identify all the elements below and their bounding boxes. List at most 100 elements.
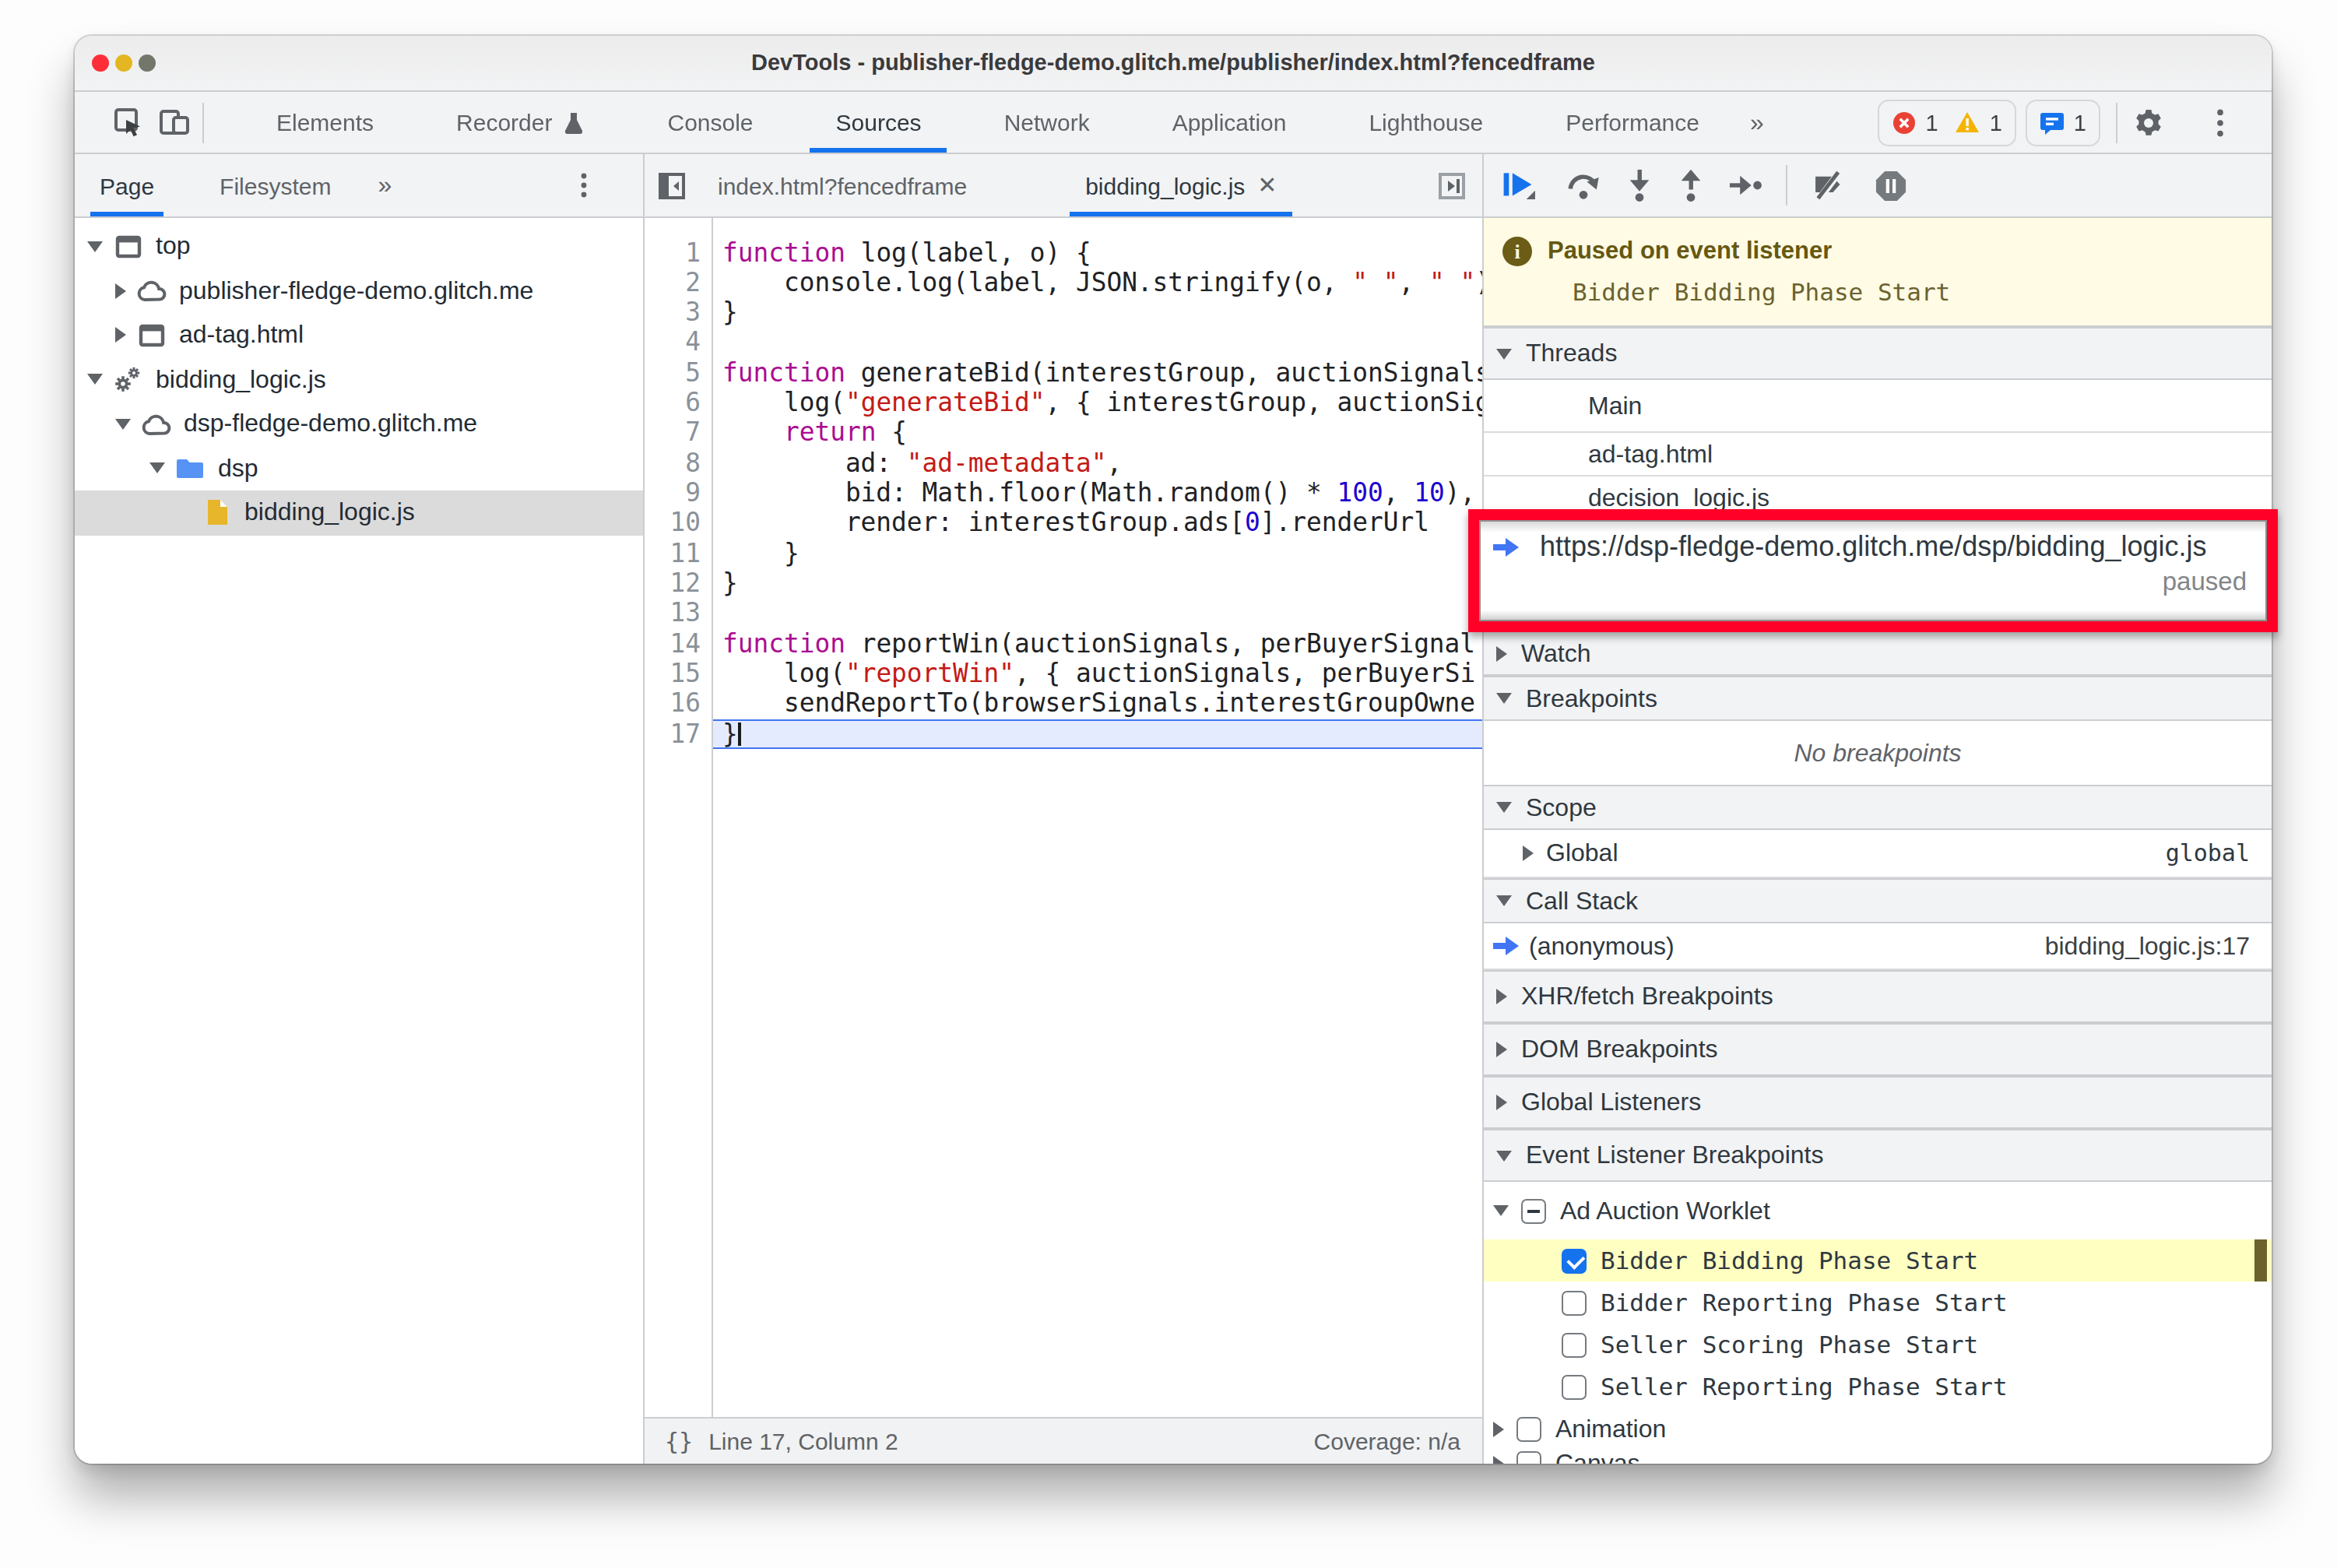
step-out-icon[interactable] [1680,171,1702,200]
line-number[interactable]: 9 [645,478,712,508]
disclosure-triangle-icon[interactable] [115,328,126,343]
tree-item-label: bidding_logic.js [156,366,326,394]
tree-item-dsp[interactable]: dsp [75,446,643,490]
disclosure-triangle-icon[interactable] [149,463,165,474]
line-number[interactable]: 12 [645,568,712,599]
line-number[interactable]: 1 [645,237,712,268]
elb-group-ad-auction-worklet[interactable]: Ad Auction Worklet [1484,1182,2272,1239]
tree-item-label: bidding_logic.js [244,499,415,527]
close-window-button[interactable] [92,54,109,72]
navigator-more-tabs-chevron[interactable]: » [368,171,401,199]
ad-auction-worklet-checkbox[interactable] [1521,1198,1546,1223]
bidder-bidding-checkbox[interactable] [1562,1248,1587,1273]
pause-on-exceptions-icon[interactable] [1876,171,1906,200]
call-stack-frame[interactable]: (anonymous) bidding_logic.js:17 [1484,923,2272,970]
bidder-reporting-checkbox[interactable] [1562,1290,1587,1315]
tab-elements[interactable]: Elements [235,92,415,153]
paused-thread-url[interactable]: https://dsp-fledge-demo.glitch.me/dsp/bi… [1540,531,2207,564]
navigator-menu-dots-icon[interactable] [568,170,599,201]
deactivate-breakpoints-icon[interactable] [1812,171,1847,199]
disclosure-triangle-icon[interactable] [115,419,131,430]
menu-dots-icon[interactable] [2205,107,2236,138]
debugger-panel: i Paused on event listener Bidder Biddin… [1482,154,2272,1464]
elb-seller-reporting-phase-start[interactable]: Seller Reporting Phase Start [1484,1366,2272,1408]
section-watch[interactable]: Watch [1484,631,2272,676]
minimize-window-button[interactable] [115,54,132,72]
editor-tab-index[interactable]: index.html?fencedframe [699,154,986,216]
code-line-16: sendReportTo(browserSignals.interestGrou… [713,689,1482,719]
disclosure-triangle-icon[interactable] [115,283,126,299]
tab-application[interactable]: Application [1131,92,1328,153]
errors-warnings-badge[interactable]: 1 1 [1878,99,2016,146]
pretty-print-icon[interactable]: {} [665,1427,693,1455]
line-number[interactable]: 2 [645,268,712,298]
line-number[interactable]: 13 [645,599,712,629]
section-dom-breakpoints[interactable]: DOM Breakpoints [1484,1023,2272,1076]
line-number[interactable]: 14 [645,629,712,659]
thread-row-main[interactable]: Main [1484,380,2272,433]
elb-bidder-bidding-phase-start[interactable]: Bidder Bidding Phase Start [1484,1239,2272,1281]
hide-navigator-icon[interactable] [655,170,687,201]
editor-more-icon[interactable] [1436,170,1467,201]
tree-item-top[interactable]: top [75,224,643,269]
section-call-stack[interactable]: Call Stack [1484,878,2272,923]
section-threads[interactable]: Threads [1484,327,2272,380]
step-into-icon[interactable] [1629,171,1650,200]
frame-icon [135,322,167,349]
code-editor[interactable]: 1234567891011121314151617 function log(l… [645,218,1482,1417]
tab-recorder[interactable]: Recorder [415,92,626,153]
tab-lighthouse[interactable]: Lighthouse [1327,92,1524,153]
section-scope[interactable]: Scope [1484,785,2272,830]
line-number[interactable]: 6 [645,388,712,418]
tab-console[interactable]: Console [626,92,794,153]
line-number[interactable]: 16 [645,689,712,719]
line-number[interactable]: 4 [645,328,712,358]
section-breakpoints[interactable]: Breakpoints [1484,676,2272,721]
editor-tab-bidding-logic[interactable]: bidding_logic.js✕ [1067,154,1295,216]
zoom-window-button[interactable] [139,54,156,72]
section-event-listener-breakpoints[interactable]: Event Listener Breakpoints [1484,1129,2272,1182]
step-over-icon[interactable] [1568,171,1599,199]
tree-item-publisher-fledge-demo-glitch-me[interactable]: publisher-fledge-demo.glitch.me [75,269,643,313]
tab-filesystem[interactable]: Filesystem [204,154,346,216]
more-tabs-chevron[interactable]: » [1741,108,1773,136]
line-number[interactable]: 10 [645,508,712,539]
elb-seller-scoring-phase-start[interactable]: Seller Scoring Phase Start [1484,1324,2272,1366]
thread-row-ad-tag[interactable]: ad-tag.html [1484,433,2272,476]
line-number[interactable]: 15 [645,659,712,689]
disclosure-triangle-icon[interactable] [87,241,103,252]
tab-sources[interactable]: Sources [795,92,963,153]
inspect-element-icon[interactable] [112,107,143,138]
tree-item-ad-tag-html[interactable]: ad-tag.html [75,313,643,357]
animation-checkbox[interactable] [1516,1416,1541,1441]
tab-network[interactable]: Network [963,92,1131,153]
line-number[interactable]: 8 [645,448,712,479]
seller-scoring-checkbox[interactable] [1562,1332,1587,1357]
section-global-listeners[interactable]: Global Listeners [1484,1076,2272,1129]
line-number[interactable]: 3 [645,297,712,328]
tree-item-bidding-logic-js[interactable]: bidding_logic.js [75,490,643,535]
elb-bidder-reporting-phase-start[interactable]: Bidder Reporting Phase Start [1484,1281,2272,1324]
line-number[interactable]: 17 [645,719,712,750]
line-number[interactable]: 11 [645,539,712,569]
device-toolbar-icon[interactable] [159,107,190,138]
code-line-9: bid: Math.floor(Math.random() * 100, 10)… [713,478,1482,508]
settings-gear-icon[interactable] [2133,107,2164,138]
issues-badge[interactable]: 1 [2026,99,2100,146]
close-tab-icon[interactable]: ✕ [1257,171,1277,199]
elb-group-canvas[interactable]: Canvas [1484,1442,2272,1464]
seller-reporting-checkbox[interactable] [1562,1374,1587,1399]
canvas-checkbox[interactable] [1516,1450,1541,1464]
step-icon[interactable] [1731,174,1761,196]
flask-icon [561,110,585,135]
tab-performance[interactable]: Performance [1524,92,1741,153]
resume-script-icon[interactable] [1504,170,1538,201]
tree-item-dsp-fledge-demo-glitch-me[interactable]: dsp-fledge-demo.glitch.me [75,402,643,446]
disclosure-triangle-icon[interactable] [87,374,103,385]
section-xhr-breakpoints[interactable]: XHR/fetch Breakpoints [1484,970,2272,1023]
line-number[interactable]: 5 [645,358,712,388]
tab-page[interactable]: Page [84,154,170,216]
line-number[interactable]: 7 [645,418,712,448]
tree-item-bidding-logic-js[interactable]: bidding_logic.js [75,357,643,402]
scope-global-row[interactable]: Global global [1484,830,2272,878]
